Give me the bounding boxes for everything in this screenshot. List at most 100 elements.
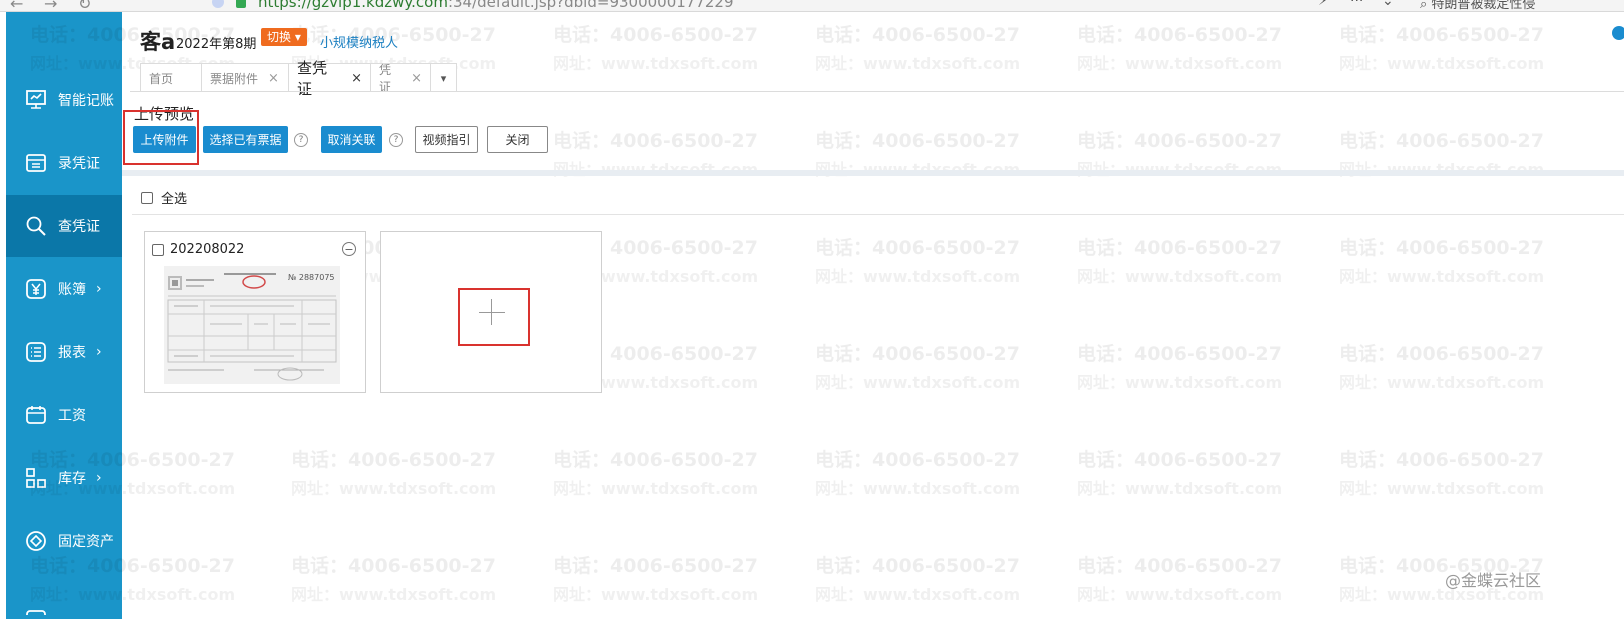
back-icon[interactable]: ← xyxy=(10,0,23,11)
help-icon[interactable]: ? xyxy=(294,133,308,147)
watermark-phone: 电话：4006-6500-27 xyxy=(1077,130,1282,152)
select-all-row xyxy=(132,177,1624,215)
inventory-icon xyxy=(24,466,48,490)
watermark-site: 网址：www.tdxsoft.com xyxy=(1077,479,1283,498)
chevron-right-icon: › xyxy=(96,281,102,297)
watermark-site: 网址：www.tdxsoft.com xyxy=(291,585,497,604)
sidebar-item-report[interactable]: 报表 › xyxy=(6,321,122,383)
svg-text:№ 2887075: № 2887075 xyxy=(288,273,335,282)
sidebar-item-label: 工资 xyxy=(58,408,86,424)
tab-label: 首页 xyxy=(149,71,174,86)
sidebar-item-voucher-entry[interactable]: 录凭证 xyxy=(6,132,122,194)
highlight-box xyxy=(123,110,199,165)
tab-label: 查凭证 xyxy=(297,59,328,98)
chevron-right-icon: › xyxy=(96,344,102,360)
watermark-phone: 电话：4006-6500-27 xyxy=(553,130,758,152)
fixed-asset-icon xyxy=(24,529,48,553)
chevron-down-icon[interactable]: ⌄ xyxy=(1382,0,1394,9)
sidebar-item-label: 智能记账 xyxy=(58,93,114,109)
watermark-phone: 电话：4006-6500-27 xyxy=(291,449,496,471)
sidebar-item-salary[interactable]: 工资 xyxy=(6,384,122,446)
watermark-phone: 电话：4006-6500-27 xyxy=(1077,555,1282,577)
forward-icon[interactable]: → xyxy=(44,0,57,11)
report-icon xyxy=(24,340,48,364)
sidebar-item-label: 录凭证 xyxy=(58,156,100,172)
reload-icon[interactable]: ↻ xyxy=(78,0,91,11)
close-icon[interactable]: × xyxy=(351,71,362,86)
sidebar-item-label: 固定资产 xyxy=(58,534,114,550)
search-icon xyxy=(24,214,48,238)
watermark-phone: 电话：4006-6500-27 xyxy=(553,24,758,46)
checkbox[interactable] xyxy=(141,191,153,204)
help-icon[interactable]: ? xyxy=(389,133,403,147)
select-all-label: 全选 xyxy=(161,192,188,207)
sidebar-item-label: 查凭证 xyxy=(58,219,100,235)
sidebar-item-label: 账簿 xyxy=(58,282,86,298)
taxpayer-type-link[interactable]: 小规模纳税人 xyxy=(320,32,398,51)
app-root: ← → ↻ https://gzvip1.kdzwy.com:34/defaul… xyxy=(0,0,1624,619)
watermark-phone: 电话：4006-6500-27 xyxy=(1077,343,1282,365)
select-all-checkbox[interactable]: 全选 xyxy=(141,188,187,207)
voucher-entry-icon xyxy=(24,151,48,175)
notification-icon[interactable] xyxy=(1612,26,1624,40)
tab-home[interactable]: 首页 xyxy=(140,63,202,92)
watermark-phone: 电话：4006-6500-27 xyxy=(815,130,1020,152)
watermark-phone: 电话：4006-6500-27 xyxy=(815,237,1020,259)
close-icon[interactable]: × xyxy=(411,71,422,86)
select-existing-bill-button[interactable]: 选择已有票据 xyxy=(203,126,288,153)
watermark-phone: 电话：4006-6500-27 xyxy=(1077,449,1282,471)
yen-icon xyxy=(24,277,48,301)
watermark-site: 网址：www.tdxsoft.com xyxy=(815,479,1021,498)
section-divider xyxy=(122,170,1624,176)
sidebar-item-label: 库存 xyxy=(58,471,86,487)
browser-search[interactable]: ⌕ 特朗普被裁定性侵 xyxy=(1420,0,1535,11)
watermark-phone: 电话：4006-6500-27 xyxy=(553,449,758,471)
watermark-site: 网址：www.tdxsoft.com xyxy=(1077,585,1283,604)
watermark-phone: 电话：4006-6500-27 xyxy=(1339,130,1544,152)
tab-query-voucher[interactable]: 查凭证 × xyxy=(288,59,371,98)
tab-label: 票据附件 xyxy=(210,71,259,86)
sidebar-item-ledger[interactable]: 账簿 › xyxy=(6,258,122,320)
switch-period-button[interactable]: 切换 ▾ xyxy=(261,28,307,46)
browser-toolbar: ← → ↻ https://gzvip1.kdzwy.com:34/defaul… xyxy=(0,0,1624,12)
tab-bill-attachments[interactable]: 票据附件 × xyxy=(201,63,289,92)
close-button[interactable]: 关闭 xyxy=(487,126,548,153)
watermark-site: 网址：www.tdxsoft.com xyxy=(815,54,1021,73)
watermark-site: 网址：www.tdxsoft.com xyxy=(815,585,1021,604)
video-guide-button[interactable]: 视频指引 xyxy=(415,126,478,153)
sidebar-item-more[interactable] xyxy=(6,573,122,619)
watermark-site: 网址：www.tdxsoft.com xyxy=(1339,267,1545,286)
cancel-link-button[interactable]: 取消关联 xyxy=(321,126,382,153)
plus-icon[interactable] xyxy=(491,299,492,325)
watermark-phone: 电话：4006-6500-27 xyxy=(1077,24,1282,46)
watermark-phone: 电话：4006-6500-27 xyxy=(291,555,496,577)
address-bar[interactable]: https://gzvip1.kdzwy.com:34/default.jsp?… xyxy=(258,0,734,11)
sidebar-item-smart-booking[interactable]: 智能记账 xyxy=(6,69,122,131)
attachment-select[interactable]: 202208022 xyxy=(152,242,244,257)
watermark-phone: 电话：4006-6500-27 xyxy=(1077,237,1282,259)
salary-icon xyxy=(24,403,48,427)
sidebar-item-inventory[interactable]: 库存 › xyxy=(6,447,122,509)
attachment-name: 202208022 xyxy=(170,242,245,257)
site-info-icon[interactable] xyxy=(212,0,224,8)
watermark-phone: 电话：4006-6500-27 xyxy=(1339,449,1544,471)
more-icon[interactable]: ··· xyxy=(1350,0,1363,9)
remove-attachment-icon[interactable]: − xyxy=(342,242,356,256)
checkbox[interactable] xyxy=(152,243,164,256)
watermark-site: 网址：www.tdxsoft.com xyxy=(815,373,1021,392)
watermark-site: 网址：www.tdxsoft.com xyxy=(1077,267,1283,286)
invoice-thumbnail[interactable]: № 2887075 xyxy=(164,266,340,384)
tab-voucher[interactable]: 凭证 × xyxy=(370,63,431,94)
watermark-phone: 电话：4006-6500-27 xyxy=(815,449,1020,471)
sidebar-item-query-voucher[interactable]: 查凭证 xyxy=(6,195,122,257)
watermark-site: 网址：www.tdxsoft.com xyxy=(1339,373,1545,392)
watermark-phone: 电话：4006-6500-27 xyxy=(815,555,1020,577)
close-icon[interactable]: × xyxy=(268,71,279,86)
plus-icon[interactable] xyxy=(479,312,505,313)
watermark-site: 网址：www.tdxsoft.com xyxy=(553,585,759,604)
tab-bar: 首页 票据附件 × 查凭证 × 凭证 × ▾ xyxy=(140,59,457,98)
tab-more-dropdown[interactable]: ▾ xyxy=(430,63,457,92)
lightning-icon[interactable]: ⚡ xyxy=(1318,0,1328,9)
sidebar-item-fixed-assets[interactable]: 固定资产 xyxy=(6,510,122,572)
watermark-phone: 电话：4006-6500-27 xyxy=(815,343,1020,365)
